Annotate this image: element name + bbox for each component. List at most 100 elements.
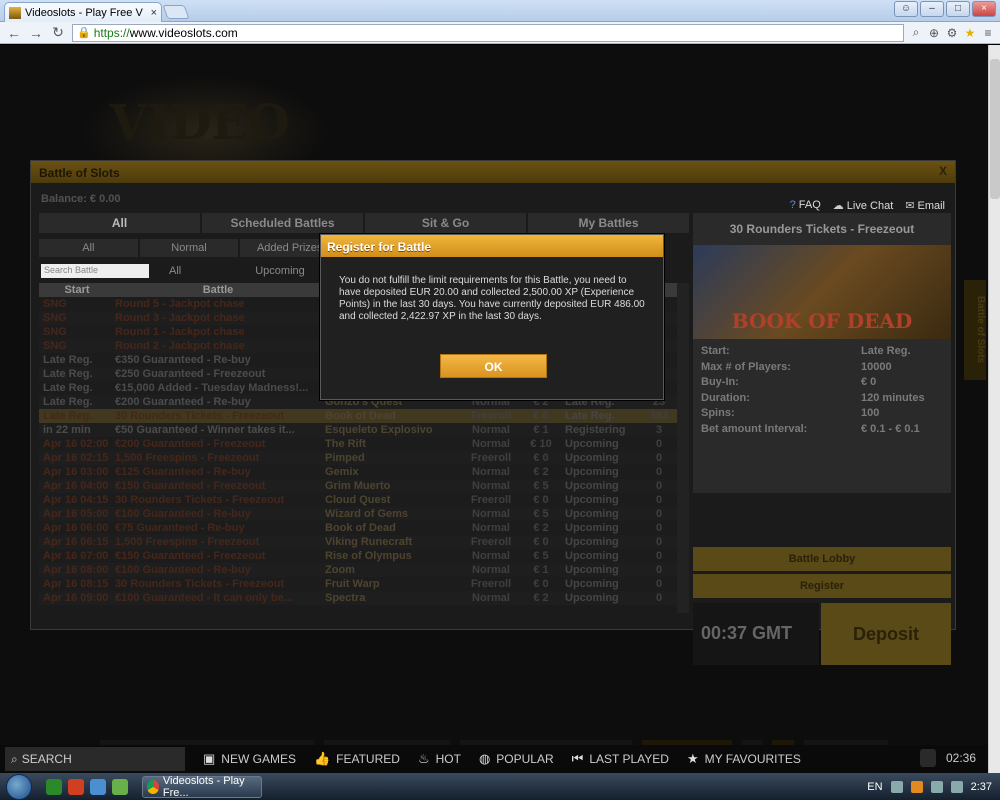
row-start: Late Reg. bbox=[43, 368, 93, 380]
table-row[interactable]: Apr 16 07:00 €150 Guaranteed - Freezeout R… bbox=[39, 549, 689, 563]
row-type: Freeroll bbox=[470, 410, 512, 422]
row-bet: € 1 bbox=[533, 424, 549, 436]
network-icon[interactable] bbox=[930, 780, 943, 793]
scrollbar-thumb[interactable] bbox=[990, 59, 1000, 199]
forward-icon[interactable]: → bbox=[28, 25, 44, 41]
bottom-search[interactable]: ⌕ SEARCH bbox=[5, 747, 185, 771]
table-row[interactable]: Apr 16 02:15 1,500 Freespins - Freezeout P… bbox=[39, 451, 689, 465]
row-game: Esqueleto Explosivo bbox=[325, 424, 433, 436]
table-row[interactable]: Apr 16 09:00 €100 Guaranteed - It can onl… bbox=[39, 591, 689, 605]
row-bet: € 2 bbox=[533, 592, 549, 604]
row-start: Apr 16 08:00 bbox=[43, 564, 109, 576]
row-type: Normal bbox=[472, 592, 510, 604]
table-row[interactable]: Late Reg. 30 Rounders Tickets - Freezeout… bbox=[39, 409, 689, 423]
battle-lobby-button[interactable]: Battle Lobby bbox=[693, 547, 951, 571]
row-players: 0 bbox=[655, 592, 663, 604]
row-battle: 30 Rounders Tickets - Freezeout bbox=[115, 578, 285, 590]
table-row[interactable]: Apr 16 08:15 30 Rounders Tickets - Freeze… bbox=[39, 577, 689, 591]
tab-close-button[interactable]: × bbox=[151, 7, 157, 19]
table-row[interactable]: Apr 16 04:15 30 Rounders Tickets - Freeze… bbox=[39, 493, 689, 507]
nav-my-favourites[interactable]: ★ MY FAVOURITES bbox=[687, 751, 801, 767]
table-row[interactable]: Apr 16 04:00 €150 Guaranteed - Freezeout G… bbox=[39, 479, 689, 493]
nav-last-played[interactable]: ⏮ LAST PLAYED bbox=[572, 751, 669, 767]
windows-orb-icon bbox=[6, 774, 32, 800]
new-tab-button[interactable] bbox=[162, 5, 190, 19]
info-value: 100 bbox=[861, 407, 880, 419]
row-bet: € 2 bbox=[533, 522, 549, 534]
pin-icon[interactable]: ⊕ bbox=[928, 26, 940, 40]
row-battle: €75 Guaranteed - Re-buy bbox=[115, 522, 245, 534]
search-battle-input[interactable]: Search Battle bbox=[41, 264, 149, 278]
browser-tab[interactable]: Videoslots - Play Free V × bbox=[4, 2, 162, 22]
tray-icon[interactable] bbox=[890, 780, 903, 793]
row-status: Upcoming bbox=[565, 508, 619, 520]
row-battle: 30 Rounders Tickets - Freezeout bbox=[115, 410, 285, 422]
volume-icon[interactable] bbox=[950, 780, 963, 793]
person-icon[interactable]: ☺ bbox=[894, 1, 918, 17]
quicklaunch-icon[interactable] bbox=[68, 778, 84, 795]
thumbs-up-icon: 👍 bbox=[313, 751, 331, 766]
battle-close-button[interactable]: X bbox=[939, 164, 947, 178]
row-bet: € 0 bbox=[533, 578, 549, 590]
nav-featured[interactable]: 👍 FEATURED bbox=[314, 751, 400, 767]
row-game: The Rift bbox=[325, 438, 366, 450]
taskbar-chrome-window[interactable]: Videoslots - Play Fre... bbox=[142, 775, 262, 799]
tab-scheduled-battles[interactable]: Scheduled Battles bbox=[202, 213, 363, 233]
register-button[interactable]: Register bbox=[693, 574, 951, 598]
page-scrollbar[interactable] bbox=[988, 45, 1000, 773]
row-players: 0 bbox=[655, 522, 663, 534]
search-filter-all[interactable]: All bbox=[169, 265, 181, 277]
star-icon[interactable]: ★ bbox=[964, 26, 976, 40]
table-row[interactable]: Apr 16 02:00 €200 Guaranteed - Freezeout T… bbox=[39, 437, 689, 451]
table-row[interactable]: Apr 16 05:00 €100 Guaranteed - Re-buy Wiza… bbox=[39, 507, 689, 521]
column-start[interactable]: Start bbox=[39, 283, 111, 297]
email-link[interactable]: ✉ Email bbox=[905, 199, 945, 212]
extension-icon[interactable]: ⚙ bbox=[946, 26, 958, 40]
reload-icon[interactable]: ↻ bbox=[50, 24, 66, 41]
start-button[interactable] bbox=[0, 773, 40, 800]
tab-my-battles[interactable]: My Battles bbox=[528, 213, 689, 233]
minimize-icon[interactable]: – bbox=[920, 1, 944, 17]
address-bar[interactable]: 🔒 https:// www.videoslots.com bbox=[72, 23, 904, 42]
taskbar-clock[interactable]: 2:37 bbox=[971, 781, 992, 793]
quicklaunch-icon[interactable] bbox=[112, 778, 128, 795]
column-battle[interactable]: Battle bbox=[111, 283, 321, 297]
row-battle: 1,500 Freespins - Freezeout bbox=[115, 452, 260, 464]
tray-icon[interactable] bbox=[910, 780, 923, 793]
row-battle: €100 Guaranteed - Re-buy bbox=[115, 564, 251, 576]
search-filter-upcoming[interactable]: Upcoming bbox=[255, 265, 305, 277]
row-status: Upcoming bbox=[565, 466, 619, 478]
table-scrollbar[interactable] bbox=[677, 283, 689, 613]
tab-sit-and-go[interactable]: Sit & Go bbox=[365, 213, 526, 233]
nav-hot[interactable]: ♨ HOT bbox=[418, 751, 461, 767]
language-indicator[interactable]: EN bbox=[867, 781, 882, 793]
deposit-button[interactable]: Deposit bbox=[821, 603, 951, 665]
tab-all[interactable]: All bbox=[39, 213, 200, 233]
filter-all[interactable]: All bbox=[39, 239, 138, 257]
table-row[interactable]: Apr 16 03:00 €125 Guaranteed - Re-buy Gemi… bbox=[39, 465, 689, 479]
info-row: Start: Late Reg. bbox=[701, 345, 943, 361]
table-row[interactable]: in 22 min €50 Guaranteed - Winner takes i… bbox=[39, 423, 689, 437]
nav-new-games[interactable]: ▣ NEW GAMES bbox=[203, 751, 296, 767]
nav-popular[interactable]: ◍ POPULAR bbox=[479, 751, 554, 767]
info-key: Max # of Players: bbox=[701, 360, 791, 373]
quicklaunch-icon[interactable] bbox=[46, 778, 62, 795]
close-icon[interactable]: × bbox=[972, 1, 996, 17]
maximize-icon[interactable]: □ bbox=[946, 1, 970, 17]
row-start: Apr 16 04:00 bbox=[43, 480, 109, 492]
row-type: Normal bbox=[472, 480, 510, 492]
ok-button[interactable]: OK bbox=[440, 354, 547, 378]
wrench-icon[interactable]: ≡ bbox=[982, 26, 994, 40]
zoom-icon[interactable]: ⌕ bbox=[910, 25, 922, 40]
table-row[interactable]: Apr 16 06:15 1,500 Freespins - Freezeout V… bbox=[39, 535, 689, 549]
back-icon[interactable]: ← bbox=[6, 25, 22, 41]
filter-normal[interactable]: Normal bbox=[139, 239, 239, 257]
table-row[interactable]: Apr 16 06:00 €75 Guaranteed - Re-buy Book … bbox=[39, 521, 689, 535]
row-start: Apr 16 02:00 bbox=[43, 438, 109, 450]
faq-link[interactable]: ? FAQ bbox=[790, 199, 821, 212]
live-chat-link[interactable]: ☁ Live Chat bbox=[833, 199, 893, 212]
table-row[interactable]: Apr 16 08:00 €100 Guaranteed - Re-buy Zoom… bbox=[39, 563, 689, 577]
battle-of-slots-side-tab[interactable]: Battle of Slots bbox=[964, 280, 986, 380]
quicklaunch-icon[interactable] bbox=[90, 778, 106, 795]
row-start: Apr 16 06:15 bbox=[43, 536, 109, 548]
